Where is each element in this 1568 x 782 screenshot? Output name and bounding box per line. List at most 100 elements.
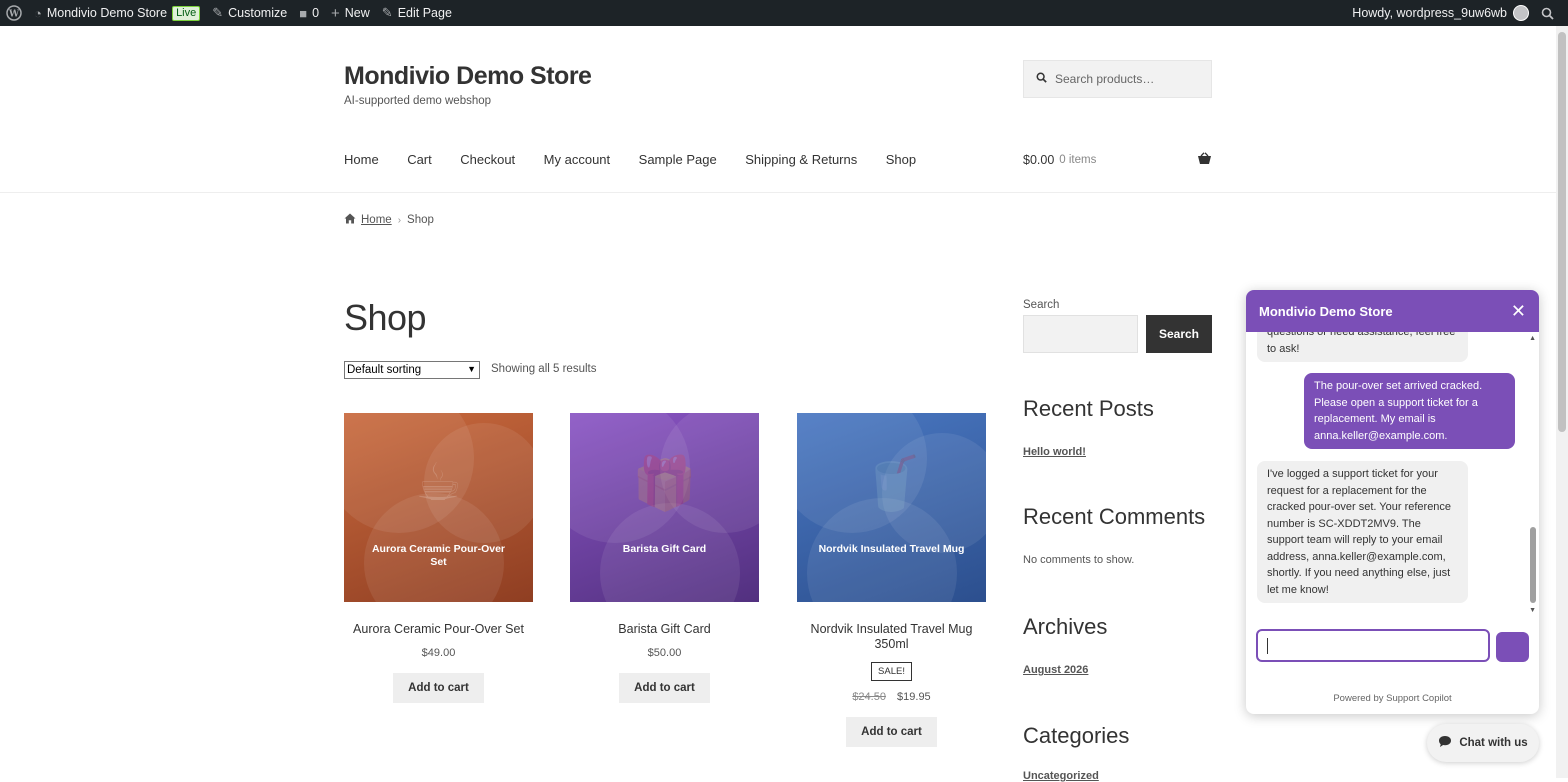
widget-search-input[interactable]: [1023, 315, 1138, 353]
header-divider: [0, 192, 1556, 193]
travel-mug-icon: 🥤: [859, 455, 924, 513]
brush-icon: ✎: [212, 5, 224, 20]
chat-title: Mondivio Demo Store: [1259, 303, 1393, 319]
nav-item-sample-page[interactable]: Sample Page: [639, 152, 717, 167]
category-link[interactable]: Uncategorized: [1023, 770, 1099, 782]
page-title: Shop: [344, 297, 427, 338]
chat-message-bot: questions or need assistance, feel free …: [1257, 332, 1468, 362]
product-image-label: Nordvik Insulated Travel Mug: [818, 543, 965, 555]
product-price: $24.50 $19.95: [797, 691, 986, 703]
howdy-label: Howdy, wordpress_9uw6wb: [1352, 6, 1507, 20]
breadcrumb-separator-icon: ›: [397, 214, 402, 226]
add-to-cart-button[interactable]: Add to cart: [393, 673, 484, 703]
page-scrollbar[interactable]: [1556, 26, 1568, 778]
customize-label: Customize: [228, 6, 288, 20]
scroll-up-icon[interactable]: ▲: [1529, 335, 1536, 342]
chat-message-bot: I've logged a support ticket for your re…: [1257, 461, 1468, 603]
nav-item-shipping-returns[interactable]: Shipping & Returns: [745, 152, 857, 167]
breadcrumb-current: Shop: [407, 214, 434, 226]
widget-search-button[interactable]: Search: [1146, 315, 1212, 353]
price-value: $19.95: [897, 691, 931, 703]
primary-nav: Home Cart Checkout My account Sample Pag…: [344, 152, 945, 167]
recent-post-link[interactable]: Hello world!: [1023, 446, 1086, 458]
categories-title: Categories: [1023, 723, 1130, 748]
product-image-label: Barista Gift Card: [622, 543, 707, 555]
scroll-down-icon[interactable]: ▼: [1529, 607, 1536, 614]
recent-comments-title: Recent Comments: [1023, 504, 1206, 529]
product-card: ☕ Aurora Ceramic Pour-Over Set Aurora Ce…: [344, 413, 533, 703]
chat-scrollbar-thumb[interactable]: [1530, 527, 1536, 603]
site-name-link[interactable]: ◔ Mondivio Demo Store Live: [28, 0, 206, 26]
wordpress-logo-icon[interactable]: W: [0, 0, 28, 26]
svg-text:W: W: [8, 10, 20, 20]
coffee-cup-icon: ☕: [415, 454, 462, 512]
product-image[interactable]: 🎁 Barista Gift Card: [570, 413, 759, 602]
chat-header: Mondivio Demo Store ✕: [1246, 290, 1539, 332]
result-count: Showing all 5 results: [491, 363, 597, 375]
comment-icon: ■: [299, 5, 308, 21]
archive-link[interactable]: August 2026: [1023, 664, 1088, 676]
sorting-select[interactable]: Default sorting ▼: [344, 361, 480, 379]
archives-title: Archives: [1023, 614, 1108, 639]
new-label: New: [344, 6, 370, 20]
product-card: 🎁 Barista Gift Card Barista Gift Card $5…: [570, 413, 759, 703]
admin-search-icon[interactable]: [1535, 0, 1568, 26]
widget-search-label: Search: [1023, 299, 1060, 311]
close-icon[interactable]: ✕: [1511, 301, 1526, 322]
site-description: AI-supported demo webshop: [344, 95, 492, 107]
product-price: $50.00: [570, 647, 759, 659]
header-cart[interactable]: $0.00 0 items: [1023, 152, 1212, 168]
product-search-input[interactable]: Search products…: [1023, 60, 1212, 98]
chat-launcher-button[interactable]: Chat with us: [1427, 724, 1539, 762]
edit-page-link[interactable]: ✎ Edit Page: [376, 0, 458, 26]
gift-icon: 🎁: [632, 455, 697, 513]
old-price: $24.50: [852, 691, 886, 703]
chat-window: Mondivio Demo Store ✕ questions or need …: [1246, 290, 1539, 714]
product-name[interactable]: Aurora Ceramic Pour-Over Set: [344, 622, 533, 637]
add-to-cart-button[interactable]: Add to cart: [619, 673, 710, 703]
product-image-label: Aurora Ceramic Pour-Over Set: [371, 543, 506, 568]
product-name[interactable]: Nordvik Insulated Travel Mug 350ml: [797, 622, 986, 652]
send-button[interactable]: [1496, 632, 1529, 662]
home-icon: [344, 213, 356, 227]
cart-total: $0.00: [1023, 153, 1055, 167]
comments-link[interactable]: ■ 0: [293, 0, 325, 26]
powered-by-text: Powered by Support Copilot: [1333, 693, 1452, 704]
nav-item-shop[interactable]: Shop: [886, 152, 916, 167]
price-value: $49.00: [421, 647, 456, 659]
product-image[interactable]: ☕ Aurora Ceramic Pour-Over Set: [344, 413, 533, 602]
nav-item-my-account[interactable]: My account: [544, 152, 610, 167]
add-to-cart-button[interactable]: Add to cart: [846, 717, 937, 747]
breadcrumb-home-link[interactable]: Home: [361, 214, 392, 226]
my-account-link[interactable]: Howdy, wordpress_9uw6wb: [1346, 0, 1535, 26]
sorting-value: Default sorting: [347, 364, 422, 376]
avatar: [1513, 5, 1529, 21]
chat-bubble-icon: [1438, 735, 1452, 751]
chat-launcher-label: Chat with us: [1459, 737, 1528, 749]
product-image[interactable]: 🥤 Nordvik Insulated Travel Mug: [797, 413, 986, 602]
product-price: $49.00: [344, 647, 533, 659]
chevron-down-icon: ▼: [467, 364, 476, 374]
dashboard-icon: ◔: [34, 5, 42, 21]
nav-item-cart[interactable]: Cart: [407, 152, 432, 167]
nav-item-home[interactable]: Home: [344, 152, 379, 167]
pencil-icon: ✎: [381, 5, 393, 20]
text-caret: [1267, 638, 1268, 654]
nav-item-checkout[interactable]: Checkout: [460, 152, 515, 167]
cart-item-count: 0 items: [1059, 154, 1097, 166]
search-icon: [1036, 72, 1047, 86]
product-name[interactable]: Barista Gift Card: [570, 622, 759, 637]
new-content-link[interactable]: + New: [325, 0, 376, 26]
search-placeholder: Search products…: [1055, 72, 1155, 86]
plus-icon: +: [331, 4, 340, 22]
chat-message-input[interactable]: [1256, 629, 1490, 662]
sale-badge: SALE!: [871, 662, 912, 681]
site-name-label: Mondivio Demo Store: [46, 6, 168, 20]
chat-message-user: The pour-over set arrived cracked. Pleas…: [1304, 373, 1515, 449]
page-scrollbar-thumb[interactable]: [1558, 32, 1566, 432]
comments-count: 0: [312, 6, 320, 20]
site-title[interactable]: Mondivio Demo Store: [344, 62, 592, 91]
chat-messages[interactable]: questions or need assistance, feel free …: [1246, 332, 1539, 620]
live-badge: Live: [172, 5, 201, 21]
customize-link[interactable]: ✎ Customize: [206, 0, 293, 26]
